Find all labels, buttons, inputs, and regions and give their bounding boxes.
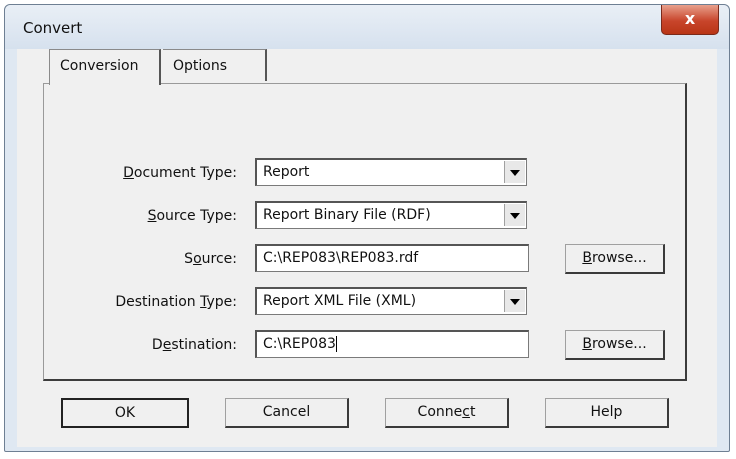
tab-conversion[interactable]: Conversion — [49, 49, 161, 85]
text-cursor — [335, 336, 337, 352]
cancel-button[interactable]: Cancel — [225, 398, 349, 428]
destination-type-select[interactable]: Report XML File (XML) — [255, 287, 527, 315]
destination-type-value: Report XML File (XML) — [263, 293, 417, 309]
source-type-value: Report Binary File (RDF) — [263, 207, 431, 223]
tab-conversion-label: Conversion — [60, 58, 139, 74]
source-value: C:\REP083\REP083.rdf — [263, 250, 419, 266]
tab-options[interactable]: Options — [163, 49, 267, 81]
source-label: Source: — [184, 251, 237, 267]
source-type-select[interactable]: Report Binary File (RDF) — [255, 201, 527, 229]
window-title: Convert — [23, 19, 83, 37]
chevron-down-icon — [510, 213, 520, 219]
destination-input[interactable]: C:\REP083 — [255, 330, 529, 358]
destination-value: C:\REP083 — [263, 336, 336, 352]
ok-button[interactable]: OK — [61, 398, 189, 428]
connect-button[interactable]: Connect — [385, 398, 509, 428]
destination-label: Destination: — [151, 337, 237, 353]
dropdown-button[interactable] — [504, 204, 525, 226]
source-type-label: Source Type: — [147, 208, 237, 224]
destination-browse-button[interactable]: Browse... — [565, 330, 665, 360]
convert-dialog: Convert x Conversion Options Document Ty… — [4, 4, 730, 452]
tab-options-label: Options — [173, 58, 228, 74]
source-browse-button[interactable]: Browse... — [565, 244, 665, 274]
document-type-select[interactable]: Report — [255, 158, 527, 186]
document-type-label: Document Type: — [123, 165, 237, 181]
chevron-down-icon — [510, 299, 520, 305]
help-button[interactable]: Help — [545, 398, 669, 428]
close-button[interactable]: x — [661, 5, 719, 35]
source-input[interactable]: C:\REP083\REP083.rdf — [255, 244, 529, 272]
chevron-down-icon — [510, 170, 520, 176]
close-icon: x — [684, 9, 696, 28]
dropdown-button[interactable] — [504, 290, 525, 312]
dropdown-button[interactable] — [504, 161, 525, 183]
destination-type-label: Destination Type: — [115, 294, 237, 310]
title-bar: Convert x — [5, 5, 729, 49]
document-type-value: Report — [263, 164, 310, 180]
